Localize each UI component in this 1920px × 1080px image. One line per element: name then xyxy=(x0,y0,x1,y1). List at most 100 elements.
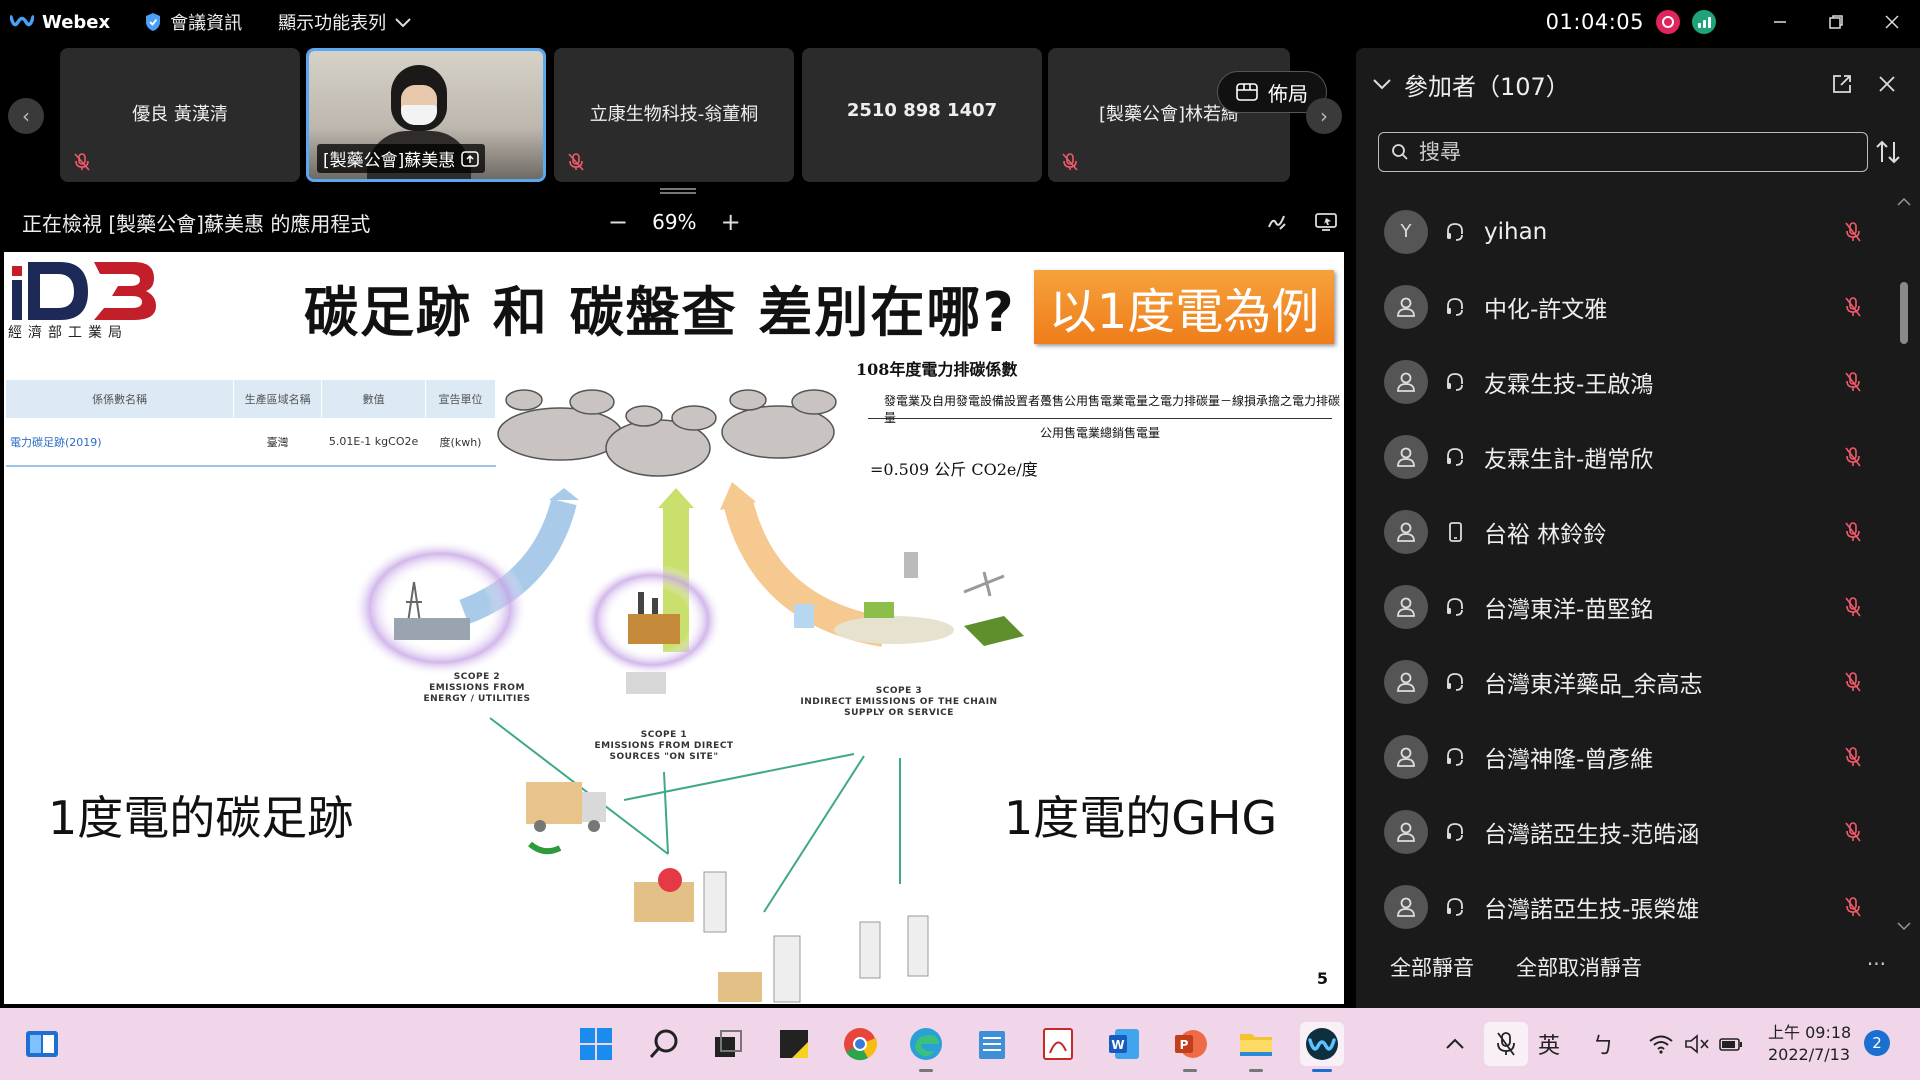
volume-muted-icon[interactable] xyxy=(1684,1034,1710,1054)
minimize-icon xyxy=(1774,21,1786,23)
muted-mic-icon[interactable] xyxy=(1842,446,1864,468)
video-tile[interactable]: 2510 898 1407 xyxy=(802,48,1042,182)
participants-panel: 參加者（107） Yyihan 中化-許文雅友霖生技-王啟鴻友霖生計-趙常欣台裕 … xyxy=(1356,48,1920,1008)
participant-row[interactable]: 友霖生計-趙常欣 xyxy=(1356,419,1896,494)
meeting-info-button[interactable]: 會議資訊 xyxy=(144,9,242,35)
remote-control-icon[interactable] xyxy=(1314,211,1338,233)
close-panel-icon[interactable] xyxy=(1878,75,1896,93)
scope-3-line: INDIRECT EMISSIONS OF THE CHAIN xyxy=(800,696,998,707)
muted-mic-icon[interactable] xyxy=(1842,821,1864,843)
participant-name: 中化-許文雅 xyxy=(1484,296,1608,323)
participant-row[interactable]: 台灣東洋-苗堅銘 xyxy=(1356,569,1896,644)
muted-mic-icon[interactable] xyxy=(1842,596,1864,618)
scroll-up-icon[interactable] xyxy=(1894,194,1914,210)
headset-icon xyxy=(1447,372,1463,391)
participant-scrollbar[interactable] xyxy=(1894,194,1914,934)
avatar-initial: Y xyxy=(1400,221,1412,242)
participant-row[interactable]: 台灣諾亞生技-張榮雄 xyxy=(1356,869,1896,944)
zoom-in-button[interactable]: + xyxy=(721,208,741,236)
file-explorer-button[interactable] xyxy=(1234,1022,1278,1072)
layout-label: 佈局 xyxy=(1268,81,1308,106)
chrome-button[interactable] xyxy=(838,1022,882,1066)
mute-all-button[interactable]: 全部靜音 xyxy=(1390,952,1474,982)
scope-2-line: ENERGY / UTILITIES xyxy=(423,693,531,704)
word-button[interactable]: W xyxy=(1102,1022,1146,1066)
tile-participant-name: 優良 黃漢清 xyxy=(132,104,228,125)
restore-button[interactable] xyxy=(1808,0,1864,44)
powerpoint-button[interactable]: P xyxy=(1168,1022,1212,1072)
video-strip: ‹ 優良 黃漢清 [製藥公會]蘇美惠 立康生物科技-翁董桐 2510 898 1… xyxy=(0,44,1350,194)
show-menu-label: 顯示功能表列 xyxy=(278,13,387,34)
avatar xyxy=(1384,284,1428,329)
muted-mic-icon[interactable] xyxy=(1842,521,1864,543)
person-icon xyxy=(1397,672,1415,692)
muted-mic-icon[interactable] xyxy=(1842,746,1864,768)
widgets-button[interactable] xyxy=(20,1022,64,1066)
scroll-down-icon[interactable] xyxy=(1894,918,1914,934)
muted-mic-icon[interactable] xyxy=(1842,221,1864,243)
participant-search[interactable] xyxy=(1378,132,1868,172)
start-button[interactable] xyxy=(574,1022,618,1066)
system-clock[interactable]: 上午 09:18 2022/7/13 xyxy=(1768,1022,1851,1066)
wifi-icon[interactable] xyxy=(1648,1034,1674,1054)
notepad-button[interactable] xyxy=(970,1022,1014,1066)
ime-mode[interactable]: ㄅ xyxy=(1592,1028,1614,1060)
pdf-icon xyxy=(1043,1028,1073,1060)
participant-row[interactable]: 台灣東洋藥品_余高志 xyxy=(1356,644,1896,719)
recording-icon[interactable] xyxy=(1656,10,1680,34)
webex-brand[interactable]: Webex xyxy=(10,12,110,33)
ime-language[interactable]: 英 xyxy=(1538,1028,1560,1060)
avatar xyxy=(1384,584,1428,629)
sort-icon[interactable] xyxy=(1872,136,1904,168)
participant-name: 台灣諾亞生技-范皓涵 xyxy=(1484,821,1700,848)
active-speaker-tile[interactable]: [製藥公會]蘇美惠 xyxy=(306,48,546,182)
video-tile[interactable]: [製藥公會]林若綺 xyxy=(1048,48,1290,182)
mic-mute-button[interactable] xyxy=(1484,1022,1528,1066)
running-indicator xyxy=(1312,1069,1332,1072)
scroll-thumb[interactable] xyxy=(1900,282,1908,344)
edge-button[interactable] xyxy=(904,1022,948,1072)
more-options-button[interactable]: ··· xyxy=(1867,952,1886,976)
person-icon xyxy=(1397,897,1415,917)
powerpoint-icon: P xyxy=(1175,1030,1207,1058)
participant-row[interactable]: 中化-許文雅 xyxy=(1356,269,1896,344)
show-hidden-icons-icon[interactable] xyxy=(1444,1036,1466,1052)
sticky-notes-button[interactable] xyxy=(772,1022,816,1066)
show-menu-bar-button[interactable]: 顯示功能表列 xyxy=(278,9,412,35)
participant-row[interactable]: 台灣諾亞生技-范皓涵 xyxy=(1356,794,1896,869)
notification-badge[interactable]: 2 xyxy=(1864,1030,1890,1056)
zoom-out-button[interactable]: − xyxy=(608,208,628,236)
resize-handle[interactable] xyxy=(660,188,696,194)
search-input[interactable] xyxy=(1419,140,1839,164)
participant-row[interactable]: Yyihan xyxy=(1356,194,1896,269)
video-tile[interactable]: 立康生物科技-翁董桐 xyxy=(554,48,794,182)
battery-icon[interactable] xyxy=(1718,1034,1744,1054)
avatar xyxy=(1384,884,1428,929)
participant-name: 台灣東洋-苗堅銘 xyxy=(1484,596,1654,623)
webex-taskbar-button[interactable] xyxy=(1300,1022,1344,1072)
minimize-button[interactable] xyxy=(1752,0,1808,44)
participant-row[interactable]: 台裕 林鈴鈴 xyxy=(1356,494,1896,569)
strip-prev-button[interactable]: ‹ xyxy=(8,98,44,134)
headset-icon xyxy=(1447,297,1463,316)
acrobat-button[interactable] xyxy=(1036,1022,1080,1066)
close-button[interactable] xyxy=(1864,0,1920,44)
muted-mic-icon[interactable] xyxy=(1842,671,1864,693)
task-view-button[interactable] xyxy=(706,1022,750,1066)
participants-title: 參加者（107） xyxy=(1404,72,1570,101)
strip-next-button[interactable]: › xyxy=(1306,98,1342,134)
participant-row[interactable]: 台灣神隆-曾彥維 xyxy=(1356,719,1896,794)
muted-mic-icon[interactable] xyxy=(1842,896,1864,918)
video-tile[interactable]: 優良 黃漢清 xyxy=(60,48,300,182)
participant-row[interactable]: 友霖生技-王啟鴻 xyxy=(1356,344,1896,419)
tile-participant-name: 立康生物科技-翁董桐 xyxy=(589,104,759,125)
annotate-icon[interactable] xyxy=(1266,211,1288,233)
unmute-all-button[interactable]: 全部取消靜音 xyxy=(1516,952,1642,982)
search-button[interactable] xyxy=(642,1022,686,1066)
network-status-icon[interactable] xyxy=(1692,10,1716,34)
muted-mic-icon[interactable] xyxy=(1842,296,1864,318)
collapse-chevron-icon[interactable] xyxy=(1372,77,1392,91)
sticky-notes-icon xyxy=(780,1030,808,1058)
pop-out-icon[interactable] xyxy=(1832,74,1852,94)
muted-mic-icon[interactable] xyxy=(1842,371,1864,393)
